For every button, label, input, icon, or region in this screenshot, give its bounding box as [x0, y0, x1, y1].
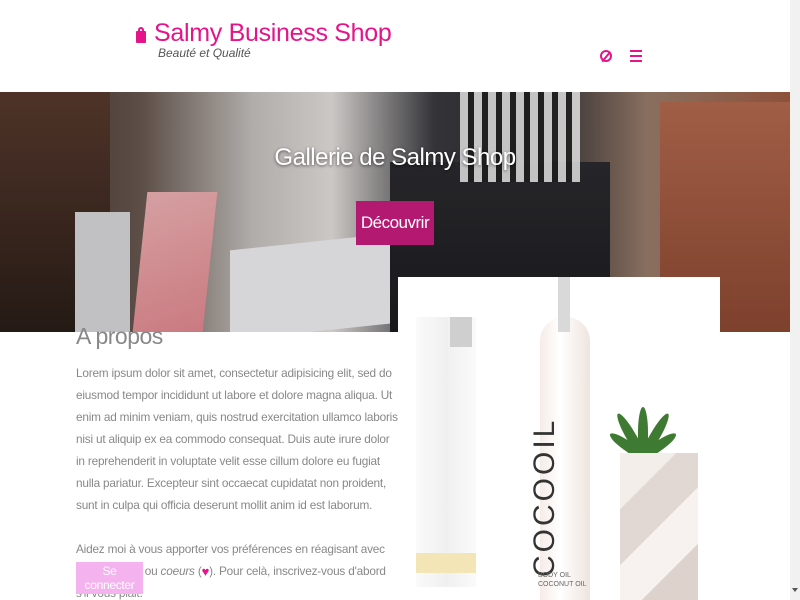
glass-bottle-image: [416, 317, 476, 587]
about-section: A propos Lorem ipsum dolor sit amet, con…: [76, 322, 398, 600]
product-label: COCOOIL: [528, 417, 561, 577]
help-middle: ou: [141, 564, 161, 578]
succulent-plant-image: [603, 387, 683, 462]
geometric-pot-image: [620, 453, 698, 600]
brand-tagline: Beauté et Qualité: [158, 46, 251, 60]
brand[interactable]: Salmy Business Shop Beauté et Qualité: [136, 18, 392, 60]
site-header: Salmy Business Shop Beauté et Qualité: [0, 0, 790, 92]
product-sub-label: BODY OIL COCONUT OIL: [538, 572, 587, 588]
heart-icon: ♥: [201, 564, 210, 579]
connect-button[interactable]: Se connecter: [76, 562, 143, 594]
brand-name[interactable]: Salmy Business Shop: [154, 18, 392, 48]
ban-icon[interactable]: [600, 50, 612, 62]
shopping-bag-icon: [136, 27, 146, 43]
scroll-down-arrow-icon[interactable]: [792, 588, 798, 592]
hearts-word: coeurs: [160, 564, 195, 578]
product-image: COCOOIL BODY OIL COCONUT OIL: [398, 277, 720, 600]
scrollbar[interactable]: [790, 0, 800, 600]
hero-title: Gallerie de Salmy Shop: [274, 144, 516, 171]
brand-text: Salmy Business Shop Beauté et Qualité: [154, 18, 392, 60]
menu-icon[interactable]: [630, 50, 642, 62]
discover-button[interactable]: Découvrir: [356, 201, 434, 245]
about-title: A propos: [76, 323, 163, 349]
nav-icons: [600, 50, 642, 62]
about-text: Lorem ipsum dolor sit amet, consectetur …: [76, 366, 398, 512]
